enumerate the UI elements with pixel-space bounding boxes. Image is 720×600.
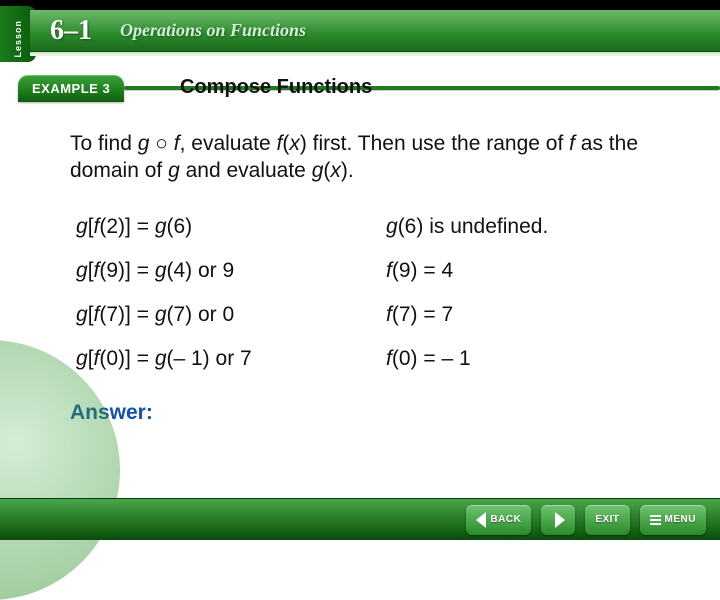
right-col: f(0) = – 1 [386,347,664,371]
chapter-number: 6–1 [50,15,92,47]
txt: (0) = – 1 [392,347,471,370]
chapter-separator [30,52,720,56]
back-label: BACK [490,514,521,525]
example-subhead: Compose Functions [180,76,372,99]
g-sym: g [155,303,167,326]
right-col: g(6) is undefined. [386,215,664,239]
intro-text: ). [341,159,354,182]
txt: (7) or 0 [167,303,235,326]
intro-fx-x: x [289,132,300,155]
table-row: g[f(7)] = g(7) or 0 f(7) = 7 [70,293,670,337]
exit-label: EXIT [595,514,619,525]
g-sym: g [155,347,167,370]
content-area: To find g ○ f, evaluate f(x) first. Then… [70,130,670,425]
g-sym: g [155,215,167,238]
bottom-nav: BACK EXIT MENU [0,498,720,540]
answer-label: Answer: [70,401,670,425]
g-sym: g [76,259,88,282]
intro-text: ) [300,132,307,155]
example-tab: EXAMPLE 3 [18,75,124,102]
txt: (9) = 4 [392,259,453,282]
g-sym: g [76,215,88,238]
table-row: g[f(2)] = g(6) g(6) is undefined. [70,205,670,249]
intro-text: and evaluate [180,159,312,182]
intro-text: To find [70,132,138,155]
txt: (7)] = [99,303,154,326]
txt: (2)] = [99,215,154,238]
left-col: g[f(0)] = g(– 1) or 7 [76,347,386,371]
intro-text: , evaluate [180,132,277,155]
g-sym: g [155,259,167,282]
intro-text: first. Then use the range of [307,132,569,155]
back-button[interactable]: BACK [466,505,531,535]
table-row: g[f(0)] = g(– 1) or 7 f(0) = – 1 [70,337,670,381]
left-col: g[f(9)] = g(4) or 9 [76,259,386,283]
chapter-title: Operations on Functions [120,20,306,41]
composition-table: g[f(2)] = g(6) g(6) is undefined. g[f(9)… [70,205,670,381]
intro-gx-x: x [330,159,341,182]
txt: (4) or 9 [167,259,235,282]
txt: (9)] = [99,259,154,282]
intro-paragraph: To find g ○ f, evaluate f(x) first. Then… [70,130,670,185]
left-col: g[f(2)] = g(6) [76,215,386,239]
txt: (– 1) or 7 [167,347,252,370]
table-row: g[f(9)] = g(4) or 9 f(9) = 4 [70,249,670,293]
intro-gx-g: g [312,159,324,182]
txt: (6) is undefined. [398,215,549,238]
menu-icon [650,515,661,525]
chapter-bar: 6–1 Operations on Functions [30,10,720,52]
g-sym: g [76,303,88,326]
right-col: f(7) = 7 [386,303,664,327]
intro-g: g [168,159,180,182]
menu-label: MENU [665,514,696,525]
exit-button[interactable]: EXIT [585,505,629,535]
lesson-tab-label: Lesson [13,16,23,62]
txt: (7) = 7 [392,303,453,326]
right-col: f(9) = 4 [386,259,664,283]
txt: (6) [167,215,193,238]
menu-button[interactable]: MENU [640,505,706,535]
next-button[interactable] [541,505,575,535]
intro-comp: g ○ f [138,132,180,155]
g-sym: g [76,347,88,370]
top-black-strip [0,0,720,10]
left-col: g[f(7)] = g(7) or 0 [76,303,386,327]
example-label: EXAMPLE 3 [32,81,110,96]
txt: (0)] = [99,347,154,370]
sym: g [386,215,398,238]
